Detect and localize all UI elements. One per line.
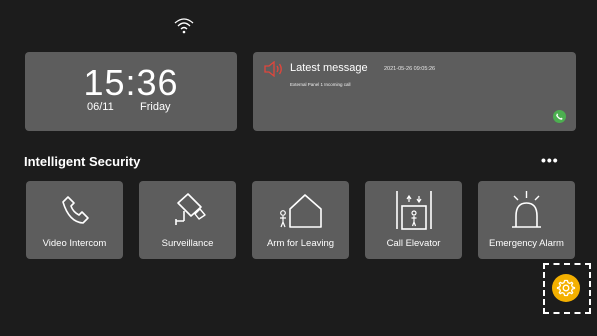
- clock-card: 15:36 06/11 Friday: [25, 52, 237, 131]
- more-options-button[interactable]: •••: [541, 152, 559, 168]
- alarm-icon: [512, 191, 541, 228]
- tile-emergency-alarm[interactable]: Emergency Alarm: [478, 181, 575, 259]
- speaker-icon: [264, 61, 282, 77]
- settings-button[interactable]: [552, 274, 580, 302]
- message-timestamp: 2021-05-26 09:05:26: [384, 66, 436, 72]
- tile-surveillance[interactable]: Surveillance: [139, 181, 236, 259]
- tile-video-intercom[interactable]: Video Intercom: [26, 181, 123, 259]
- gear-icon: [556, 279, 576, 297]
- phone-icon[interactable]: [553, 110, 566, 123]
- tile-label: Surveillance: [161, 238, 214, 249]
- tile-call-elevator[interactable]: Call Elevator: [365, 181, 462, 259]
- camera-icon: [175, 193, 206, 225]
- house-person-icon: [280, 194, 322, 228]
- wifi-icon: [174, 18, 194, 34]
- tile-label: Call Elevator: [386, 238, 441, 249]
- tile-arm-for-leaving[interactable]: Arm for Leaving: [252, 181, 349, 259]
- phone-handset-icon: [62, 196, 89, 224]
- message-title: Latest message: [290, 62, 368, 74]
- elevator-icon: [396, 191, 432, 230]
- clock-time: 15:36: [83, 62, 179, 103]
- latest-message-card[interactable]: Latest message 2021-05-26 09:05:26 Exter…: [253, 52, 576, 131]
- clock-date: 06/11: [87, 101, 114, 113]
- tile-label: Emergency Alarm: [489, 238, 564, 249]
- settings-highlight: [543, 263, 591, 314]
- clock-day: Friday: [140, 101, 171, 113]
- message-detail: External Panel 1 Incoming call: [290, 82, 351, 87]
- tile-label: Video Intercom: [42, 238, 107, 249]
- section-title: Intelligent Security: [24, 154, 141, 169]
- tile-label: Arm for Leaving: [266, 238, 335, 249]
